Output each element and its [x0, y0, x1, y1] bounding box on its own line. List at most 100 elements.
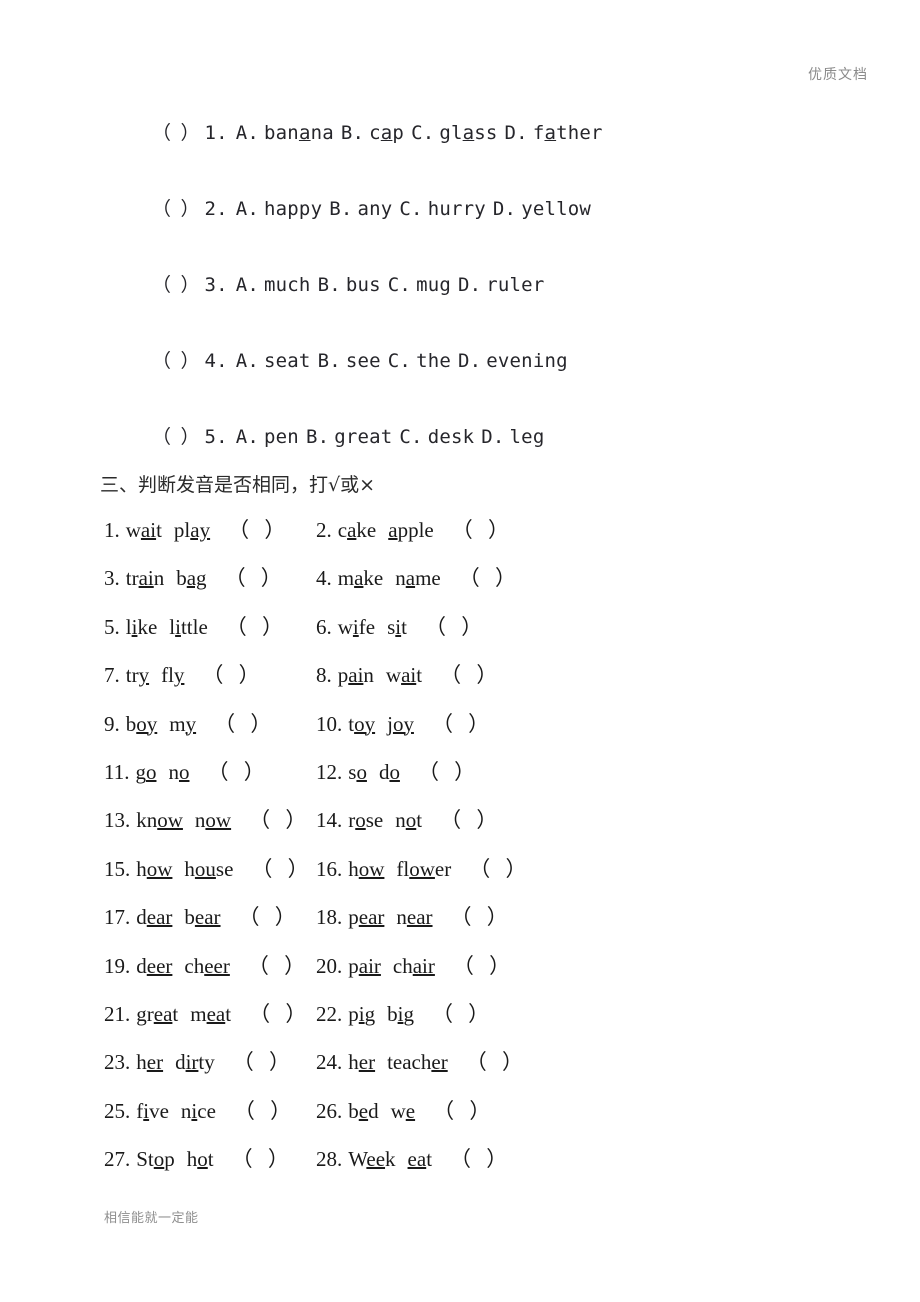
- underlined-phoneme: i: [358, 1001, 365, 1026]
- underlined-phoneme: ow: [157, 808, 183, 833]
- pair-row: 15. how house （ ） 16. how flower （ ）: [104, 855, 824, 903]
- pair-row: 23. her dirty （ ） 24. her teacher （ ）: [104, 1048, 824, 1096]
- answer-bracket[interactable]: （ ）: [432, 712, 494, 736]
- option-label: C.: [411, 122, 435, 144]
- pair-item: 3. train bag （ ）: [104, 564, 287, 592]
- pair-number: 19.: [104, 953, 131, 978]
- pair-word: cheer: [184, 953, 230, 978]
- underlined-phoneme: a: [298, 122, 311, 144]
- answer-bracket[interactable]: （ ）: [466, 1050, 528, 1074]
- pair-number: 6.: [316, 614, 332, 639]
- pair-word: now: [194, 808, 232, 833]
- pair-word: wait: [385, 663, 423, 688]
- answer-bracket[interactable]: （ ）: [152, 350, 199, 372]
- answer-bracket[interactable]: （ ）: [469, 857, 531, 881]
- underlined-phoneme: i: [131, 614, 138, 639]
- pair-number: 3.: [104, 566, 120, 591]
- underlined-phoneme: er: [358, 1050, 376, 1075]
- answer-bracket[interactable]: （ ）: [232, 1147, 294, 1171]
- underlined-phoneme: ai: [348, 663, 364, 688]
- option-label: B.: [340, 122, 365, 144]
- pair-number: 17.: [104, 905, 131, 930]
- answer-bracket[interactable]: （ ）: [452, 518, 514, 542]
- answer-bracket[interactable]: （ ）: [207, 760, 269, 784]
- pair-word: so: [348, 759, 367, 784]
- answer-bracket[interactable]: （ ）: [453, 954, 515, 978]
- pair-word: flower: [396, 856, 452, 881]
- option-label: A.: [235, 274, 260, 296]
- option-word: ruler: [486, 274, 545, 296]
- pair-item: 5. like little （ ）: [104, 613, 288, 641]
- answer-bracket[interactable]: （ ）: [226, 615, 288, 639]
- pair-number: 24.: [316, 1050, 343, 1075]
- pair-word: bear: [184, 905, 221, 930]
- answer-bracket[interactable]: （ ）: [152, 274, 199, 296]
- multiple-choice-row: （ ） 3. A. much B. bus C. mug D. ruler: [152, 270, 852, 346]
- underlined-phoneme: o: [405, 808, 417, 833]
- answer-bracket[interactable]: （ ）: [440, 808, 502, 832]
- answer-bracket[interactable]: （ ）: [432, 1002, 494, 1026]
- underlined-phoneme: ai: [140, 518, 157, 542]
- pair-item: 4. make name （ ）: [316, 564, 521, 592]
- pair-number: 2.: [316, 518, 332, 542]
- pair-item: 12. so do （ ）: [316, 758, 480, 786]
- answer-bracket[interactable]: （ ）: [251, 857, 313, 881]
- answer-bracket[interactable]: （ ）: [239, 905, 301, 929]
- multiple-choice-section: （ ） 1. A. banana B. cap C. glass D. father （ ） 2. A.…: [152, 118, 852, 498]
- underlined-phoneme: eer: [204, 953, 230, 978]
- pair-word: boy: [125, 711, 158, 736]
- answer-bracket[interactable]: （ ）: [248, 954, 310, 978]
- pair-item: 26. bed we （ ）: [316, 1097, 495, 1125]
- answer-bracket[interactable]: （ ）: [450, 1147, 512, 1171]
- underlined-phoneme: a: [544, 122, 557, 144]
- answer-bracket[interactable]: （ ）: [249, 1002, 311, 1026]
- pair-item: 16. how flower （ ）: [316, 855, 532, 883]
- answer-bracket[interactable]: （ ）: [228, 518, 290, 542]
- multiple-choice-row: （ ） 1. A. banana B. cap C. glass D. father: [152, 118, 852, 194]
- answer-bracket[interactable]: （ ）: [433, 1099, 495, 1123]
- underlined-phoneme: i: [395, 614, 402, 639]
- option-label: A.: [235, 122, 260, 144]
- answer-bracket[interactable]: （ ）: [418, 760, 480, 784]
- answer-bracket[interactable]: （ ）: [234, 1099, 296, 1123]
- option-word: desk: [427, 426, 475, 448]
- underlined-phoneme: o: [145, 759, 157, 784]
- pair-word: how: [136, 856, 173, 881]
- pair-word: fly: [161, 663, 185, 688]
- underlined-phoneme: ear: [194, 905, 221, 930]
- answer-bracket[interactable]: （ ）: [425, 615, 487, 639]
- option-label: D.: [457, 350, 482, 372]
- pair-word: do: [378, 759, 400, 784]
- pair-word: chair: [392, 953, 435, 978]
- option-word: see: [345, 350, 381, 372]
- pair-item: 6. wife sit （ ）: [316, 613, 487, 641]
- option-label: D.: [457, 274, 482, 296]
- answer-bracket[interactable]: （ ）: [152, 426, 199, 448]
- answer-bracket[interactable]: （ ）: [459, 566, 521, 590]
- pair-number: 7.: [104, 663, 120, 688]
- answer-bracket[interactable]: （ ）: [152, 122, 199, 144]
- answer-bracket[interactable]: （ ）: [440, 663, 502, 687]
- pair-word: teacher: [387, 1050, 448, 1075]
- pair-word: pear: [348, 905, 385, 930]
- option-word: banana: [264, 122, 334, 144]
- pair-word: house: [184, 856, 234, 881]
- option-word: bus: [345, 274, 381, 296]
- underlined-phoneme: ow: [358, 856, 385, 881]
- pair-word: joy: [387, 711, 414, 736]
- option-word: yellow: [521, 198, 592, 220]
- pronunciation-pairs-section: 1. wait play （ ） 2. cake apple （ ） 3. train bag （ ）…: [104, 516, 824, 1193]
- answer-bracket[interactable]: （ ）: [249, 808, 311, 832]
- underlined-phoneme: ow: [409, 856, 435, 881]
- pair-word: go: [135, 759, 157, 784]
- answer-bracket[interactable]: （ ）: [225, 566, 287, 590]
- pair-word: rose: [348, 808, 384, 833]
- answer-bracket[interactable]: （ ）: [451, 905, 513, 929]
- answer-bracket[interactable]: （ ）: [233, 1050, 295, 1074]
- answer-bracket[interactable]: （ ）: [202, 663, 264, 687]
- answer-bracket[interactable]: （ ）: [214, 712, 276, 736]
- answer-bracket[interactable]: （ ）: [152, 198, 199, 220]
- question-number: 1.: [204, 122, 228, 144]
- pair-word: her: [136, 1050, 164, 1075]
- pair-word: no: [168, 759, 190, 784]
